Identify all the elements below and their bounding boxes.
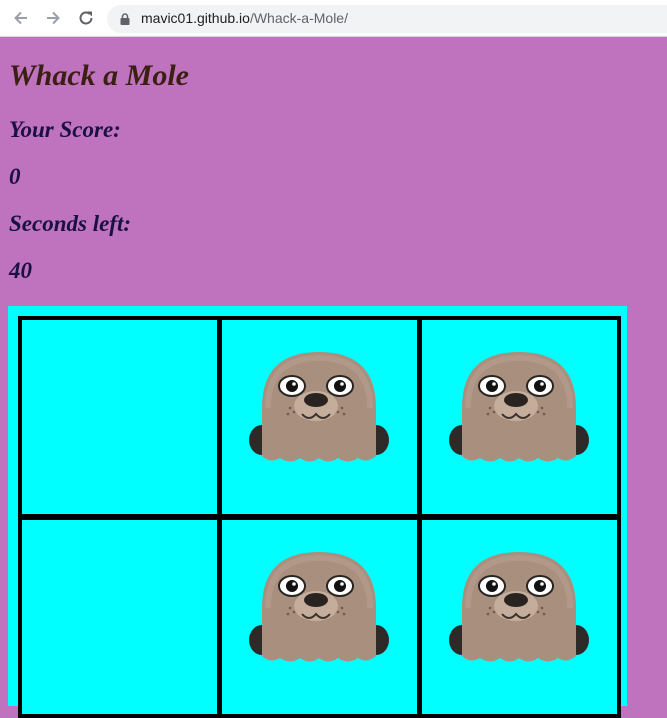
hole-square[interactable]	[418, 516, 621, 718]
time-value: 40	[9, 258, 32, 283]
hole-square[interactable]	[18, 516, 221, 718]
browser-toolbar: mavic01.github.io/Whack-a-Mole/	[0, 0, 667, 37]
url-path: /Whack-a-Mole/	[249, 10, 348, 26]
mole-icon	[449, 552, 589, 662]
back-arrow-icon	[14, 11, 27, 25]
hole-square[interactable]	[418, 316, 621, 518]
hole-square[interactable]	[218, 316, 421, 518]
lock-icon	[120, 13, 130, 25]
url-text: mavic01.github.io/Whack-a-Mole/	[141, 10, 348, 26]
score-label: Your Score:	[9, 117, 121, 142]
mole-icon	[249, 552, 389, 662]
url-host: mavic01.github.io	[141, 10, 250, 26]
time-label: Seconds left:	[9, 211, 132, 236]
hole-square[interactable]	[18, 316, 221, 518]
game-title: Whack a Mole	[9, 59, 189, 92]
back-button[interactable]	[11, 8, 31, 28]
hole-square[interactable]	[218, 516, 421, 718]
game-board	[8, 306, 627, 718]
reload-icon	[79, 11, 93, 25]
mole-icon	[249, 352, 389, 462]
forward-button[interactable]	[43, 8, 63, 28]
page-content: Whack a Mole Your Score: 0 Seconds left:…	[0, 37, 667, 718]
reload-button[interactable]	[76, 8, 96, 28]
mole-icon	[449, 352, 589, 462]
forward-arrow-icon	[47, 11, 60, 25]
score-value: 0	[9, 164, 21, 189]
address-bar[interactable]: mavic01.github.io/Whack-a-Mole/	[107, 5, 667, 33]
